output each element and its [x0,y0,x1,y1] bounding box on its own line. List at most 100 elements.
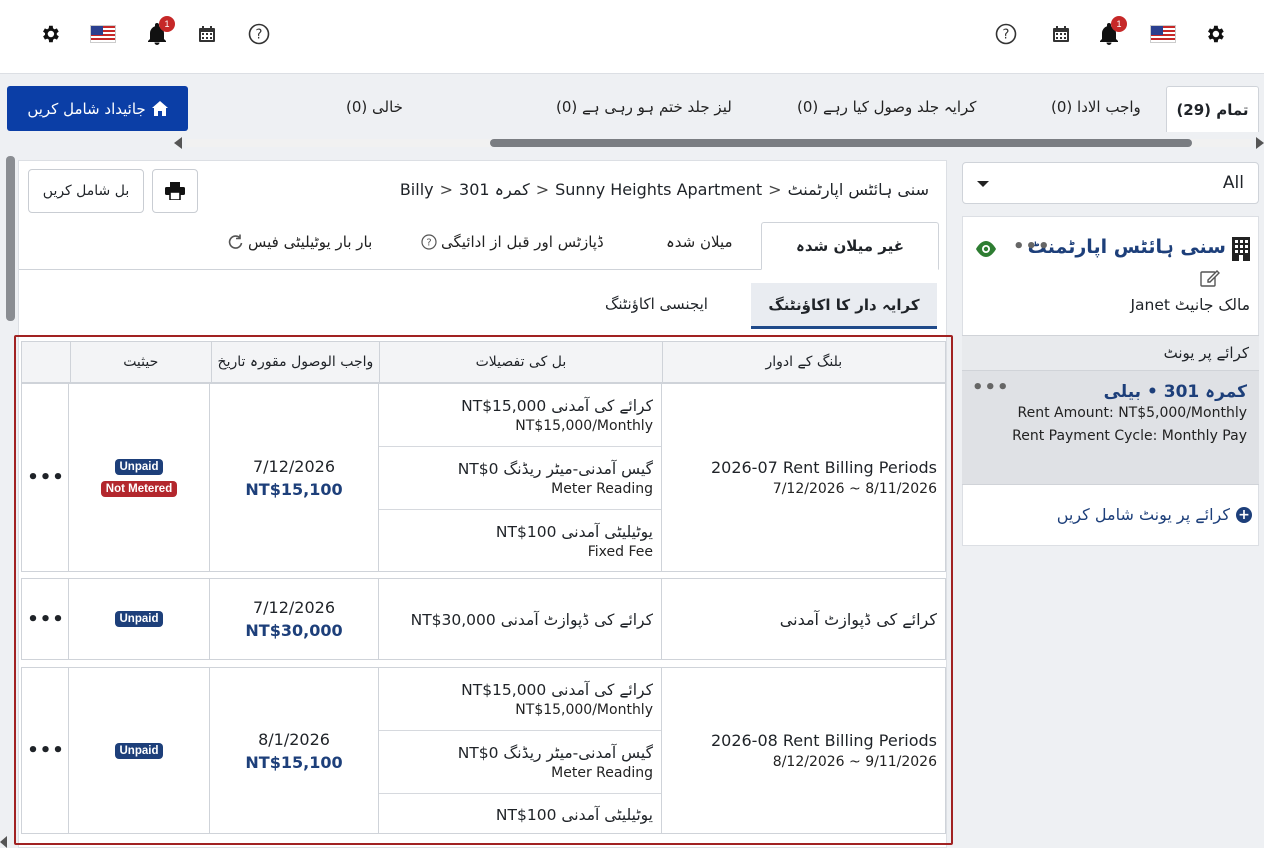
subtabs-divider [19,269,761,270]
bill-name: گیس آمدنی-میٹر ریڈنگ NT$0 [457,459,653,478]
header-details: بل کی تفصیلات [379,342,661,382]
breadcrumb-separator: < [439,180,454,199]
vertical-scrollbar-thumb[interactable] [6,156,15,321]
bell-icon[interactable]: 1 [145,16,175,46]
tab-deposits[interactable]: ڈپازٹس اور قبل از ادائیگی ? [421,233,604,251]
breadcrumb: سنی ہائٹس اپارٹمنٹ < Sunny Heights Apartme… [380,180,929,199]
status-cell: Unpaid [68,668,209,833]
period-title: کرائے کی ڈپوازٹ آمدنی [779,609,937,629]
unit-title[interactable]: کمرہ 301 • بیلی [1104,381,1247,402]
breadcrumb-separator: < [535,180,550,199]
period-range: 8/12/2026 ~ 9/11/2026 [772,754,937,770]
due-date: 7/12/2026 [252,598,336,617]
period-title: 2026-08 Rent Billing Periods [710,731,937,750]
calendar-icon[interactable] [195,22,219,46]
add-rental-unit-button[interactable]: + کرائے پر یونٹ شامل کریں [1057,505,1252,524]
table-row: 2026-07 Rent Billing Periods 7/12/2026 ~… [21,383,946,572]
us-flag-icon[interactable] [89,22,117,46]
units-header-label: کرائے پر یونٹ [1163,344,1249,362]
units-header: کرائے پر یونٹ [962,335,1259,370]
tab-tenant-accounting[interactable]: کرایہ دار کا اکاؤنٹنگ [751,283,937,329]
breadcrumb-tenant[interactable]: Billy [400,180,434,199]
tab-reconciled[interactable]: میلان شدہ [666,233,733,251]
notification-badge: 1 [1111,16,1127,32]
tab-recurring[interactable]: بار بار یوٹیلیٹی فیس [227,233,372,251]
tab-all[interactable]: تمام (29) [1166,86,1259,132]
breadcrumb-room[interactable]: کمرہ 301 [459,180,530,199]
bill-name: گیس آمدنی-میٹر ریڈنگ NT$0 [457,743,653,762]
bill-sub: Meter Reading [551,480,653,497]
tab-due[interactable]: واجب الادا (0) [1051,98,1141,116]
svg-text:?: ? [426,238,431,249]
more-options-button[interactable]: ••• [972,377,1010,398]
table-header: بلنگ کے ادوار بل کی تفصیلات واجب الوصول … [21,341,946,383]
header-actions [22,342,70,382]
calendar-icon[interactable] [1049,22,1073,46]
bill-details-cell: کرائے کی آمدنی NT$15,000 NT$15,000/Month… [378,384,661,571]
due-date: 8/1/2026 [258,729,330,749]
scroll-left-icon[interactable] [174,137,182,149]
status-badge: Unpaid [114,742,164,759]
printer-icon [165,182,185,200]
tab-unreconciled[interactable]: غیر میلان شدہ [761,222,939,270]
owner-label: مالک جانیٹ Janet [1130,296,1250,314]
status-cell: Unpaid [68,579,209,659]
period-cell: 2026-08 Rent Billing Periods 8/12/2026 ~… [661,668,945,833]
due-date: 7/12/2026 [252,456,336,476]
horizontal-scrollbar[interactable] [174,137,1264,149]
tab-deposits-label: ڈپازٹس اور قبل از ادائیگی [441,233,604,251]
due-date-cell: 7/12/2026 NT$30,000 [209,579,378,659]
scroll-left-icon[interactable] [0,836,7,848]
header-period: بلنگ کے ادوار [661,342,945,382]
add-property-button[interactable]: جائیداد شامل کریں [7,86,188,131]
print-button[interactable] [152,169,198,213]
bell-icon[interactable]: 1 [1097,16,1127,46]
period-cell: کرائے کی ڈپوازٹ آمدنی [661,579,945,659]
property-name[interactable]: سنی ہائٹس اپارٹمنٹ [1028,236,1226,258]
scroll-right-icon[interactable] [1256,137,1264,149]
edit-icon[interactable] [1200,268,1220,288]
tab-vacant[interactable]: خالی (0) [346,98,403,116]
add-bill-button[interactable]: بل شامل کریں [28,169,144,213]
tab-lease-expiring[interactable]: لیز جلد ختم ہو رہی ہے (0) [556,98,732,116]
more-actions-button[interactable]: ••• [22,668,70,833]
period-title: 2026-07 Rent Billing Periods [710,458,937,477]
bill-name: یوٹیلیٹی آمدنی NT$100 [495,805,653,824]
due-amount: NT$30,000 [245,621,343,640]
tab-agency-accounting[interactable]: ایجنسی اکاؤنٹنگ [605,295,708,313]
more-actions-button[interactable]: ••• [22,579,70,659]
top-bar: 1 ? ? 1 [0,0,1264,74]
gear-icon[interactable] [38,22,62,46]
more-actions-button[interactable]: ••• [22,384,70,571]
help-icon[interactable]: ? [994,22,1018,46]
status-badge: Unpaid [114,458,164,475]
unit-payment-cycle: Rent Payment Cycle: Monthly Pay [1012,428,1247,444]
plus-circle-icon: + [1236,506,1252,523]
bill-item: گیس آمدنی-میٹر ریڈنگ NT$0 Meter Reading [379,447,661,510]
bill-item: یوٹیلیٹی آمدنی NT$100 Fixed Fee [379,510,661,572]
unit-item[interactable]: ••• کمرہ 301 • بیلی Rent Amount: NT$5,00… [962,370,1259,485]
scrollbar-thumb[interactable] [490,139,1192,147]
period-range: 7/12/2026 ~ 8/11/2026 [772,481,937,497]
refresh-icon [228,234,243,249]
table-row: 2026-08 Rent Billing Periods 8/12/2026 ~… [21,667,946,834]
period-cell: 2026-07 Rent Billing Periods 7/12/2026 ~… [661,384,945,571]
help-icon: ? [421,234,437,250]
us-flag-icon[interactable] [1149,22,1177,46]
status-badge: Not Metered [100,480,178,497]
bill-name: کرائے کی آمدنی NT$15,000 [461,680,653,699]
status-cell: Unpaid Not Metered [68,384,209,571]
bill-sub: NT$15,000/Monthly [515,701,653,718]
tab-rent-collect-soon[interactable]: کرایہ جلد وصول کیا رہے (0) [797,98,976,116]
breadcrumb-property[interactable]: سنی ہائٹس اپارٹمنٹ [788,180,929,199]
header-due-date: واجب الوصول مقورہ تاریخ [210,342,380,382]
eye-icon[interactable] [974,240,998,258]
breadcrumb-building[interactable]: Sunny Heights Apartment [555,180,762,199]
home-icon [151,101,168,116]
bill-item: یوٹیلیٹی آمدنی NT$100 [379,794,661,833]
more-options-button[interactable]: ••• [1013,236,1051,257]
property-filter-select[interactable]: All [962,162,1259,204]
help-icon[interactable]: ? [247,22,271,46]
gear-icon[interactable] [1203,22,1227,46]
bill-sub: NT$15,000/Monthly [515,417,653,434]
